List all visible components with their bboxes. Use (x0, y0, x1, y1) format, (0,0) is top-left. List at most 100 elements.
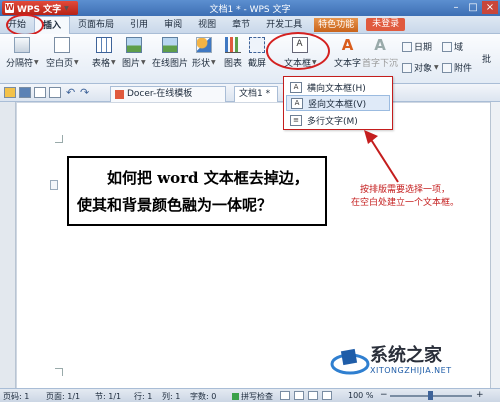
screenshot-icon (249, 37, 265, 53)
chart-button[interactable]: 图表 (224, 37, 242, 69)
highlight-circle (6, 14, 44, 36)
screenshot-label: 截屏 (248, 59, 267, 69)
multiline-text-icon: ≡ (290, 114, 302, 126)
tab-document1[interactable]: 文档1 * (234, 86, 278, 102)
view-mode-icon[interactable] (308, 391, 318, 400)
watermark-title: 系统之家 (370, 345, 442, 366)
annotation-text: 按排版需要选择一项， 在空白处建立一个文本框。 (330, 184, 480, 210)
vertical-textbox-icon: A (291, 97, 303, 109)
separator-button[interactable]: 分隔符 ▼ (6, 37, 39, 69)
maximize-button[interactable]: □ (465, 1, 481, 14)
menu-item-vertical-textbox[interactable]: A 竖向文本框(V) (286, 95, 390, 111)
picture-button[interactable]: 图片 ▼ (122, 37, 146, 69)
chevron-down-icon: ▼ (64, 4, 69, 12)
drop-cap-button[interactable]: A 首字下沉 (362, 37, 398, 69)
screenshot-button[interactable]: 截屏 (248, 37, 266, 69)
view-mode-icon[interactable] (322, 391, 332, 400)
undo-icon[interactable]: ↶ (66, 86, 75, 99)
picture-label: 图片 (122, 59, 141, 69)
docer-icon (115, 90, 124, 99)
object-label: 对象 (414, 64, 433, 74)
object-icon (402, 62, 412, 73)
status-column: 列: 1 (162, 392, 181, 401)
minimize-button[interactable]: – (448, 1, 464, 14)
table-icon (95, 37, 112, 53)
app-menu-button[interactable]: W WPS 文字 ▼ (2, 1, 78, 15)
login-button[interactable]: 未登录 (366, 18, 406, 31)
drop-cap-label: 首字下沉 (362, 59, 399, 69)
print-icon[interactable] (34, 87, 46, 98)
more-label: 批 (482, 55, 492, 65)
tab-section[interactable]: 章节 (224, 16, 258, 34)
textbox-line-1: 如何把 word 文本框去掉边， (107, 169, 309, 187)
date-button[interactable]: 日期 (402, 40, 432, 53)
zoom-slider-handle[interactable] (428, 391, 433, 400)
horizontal-textbox-icon: A (290, 81, 302, 93)
ribbon-toolbar: 分隔符▼ 空白页▼ 表格▼ 图片▼ 在线图片 形状▼ 图表 截屏 文本框▼ A … (0, 34, 500, 84)
blank-page-button[interactable]: 空白页 ▼ (46, 37, 79, 69)
margin-corner (55, 368, 63, 376)
docer-tab-label: Docer-在线模板 (127, 89, 193, 99)
view-mode-icon[interactable] (294, 391, 304, 400)
chevron-down-icon: ▼ (434, 64, 439, 71)
chevron-down-icon: ▼ (141, 59, 146, 66)
textbox-content[interactable]: 如何把 word 文本框去掉边， 使其和背景颜色融为一体呢？ (67, 156, 327, 226)
spellcheck-toggle[interactable]: 拼写检查 (232, 391, 273, 402)
status-bar: 页码: 1 页面: 1/1 节: 1/1 行: 1 列: 1 字数: 0 拼写检… (0, 388, 500, 402)
art-text-icon: A (341, 36, 354, 54)
watermark-url: XITONGZHIJIA.NET (370, 366, 452, 375)
object-button[interactable]: 对象 ▼ (402, 61, 439, 74)
zoom-out-icon[interactable]: − (380, 390, 388, 400)
tab-references[interactable]: 引用 (122, 16, 156, 34)
date-label: 日期 (414, 43, 433, 53)
redo-icon[interactable]: ↷ (80, 86, 89, 99)
separator-label: 分隔符 (6, 59, 34, 69)
online-picture-button[interactable]: 在线图片 (152, 37, 188, 69)
open-folder-icon[interactable] (4, 87, 16, 98)
annotation-arrow (364, 130, 399, 183)
status-page: 页面: 1/1 (46, 392, 81, 401)
quick-access-bar: ↶ ↷ Docer-在线模板 文档1 * (0, 84, 500, 102)
textbox-line-2: 使其和背景颜色融为一体呢？ (77, 196, 273, 214)
close-button[interactable]: × (482, 1, 498, 14)
table-label: 表格 (92, 59, 111, 69)
zoom-in-icon[interactable]: + (476, 390, 484, 400)
save-icon[interactable] (19, 87, 31, 98)
chevron-down-icon: ▼ (211, 59, 216, 66)
table-button[interactable]: 表格 ▼ (92, 37, 116, 69)
more-button[interactable]: 批 (482, 52, 491, 65)
vertical-ruler (0, 102, 16, 388)
online-picture-label: 在线图片 (152, 59, 189, 69)
art-text-button[interactable]: A 文本字 (334, 37, 361, 69)
drop-cap-icon: A (374, 36, 386, 54)
blank-page-icon (54, 37, 71, 53)
vertical-scrollbar[interactable] (490, 102, 500, 388)
status-page-number: 页码: 1 (3, 392, 30, 401)
menu-item-label: 多行文字(M) (307, 116, 358, 127)
tab-developer[interactable]: 开发工具 (258, 16, 310, 34)
attachment-button[interactable]: 附件 (442, 61, 472, 74)
field-icon (442, 41, 452, 52)
picture-icon (125, 37, 142, 53)
menu-item-multiline-text[interactable]: ≡ 多行文字(M) (286, 112, 390, 128)
menu-item-label: 横向文本框(H) (307, 83, 366, 94)
paperclip-icon (442, 62, 452, 73)
blank-page-label: 空白页 (46, 59, 74, 69)
tab-docer-templates[interactable]: Docer-在线模板 (110, 86, 226, 102)
attachment-label: 附件 (454, 64, 473, 74)
field-label: 域 (454, 43, 464, 53)
app-name: WPS 文字 (17, 4, 62, 15)
online-picture-icon (162, 37, 178, 53)
anchor-icon (50, 180, 58, 190)
tab-view[interactable]: 视图 (190, 16, 224, 34)
preview-icon[interactable] (49, 87, 61, 98)
tab-special-features[interactable]: 特色功能 (314, 17, 359, 32)
menu-item-horizontal-textbox[interactable]: A 横向文本框(H) (286, 79, 390, 95)
tab-review[interactable]: 审阅 (156, 16, 190, 34)
annotation-line-1: 按排版需要选择一项， (359, 185, 450, 195)
tab-page-layout[interactable]: 页面布局 (70, 16, 122, 34)
view-mode-icon[interactable] (280, 391, 290, 400)
shape-button[interactable]: 形状 ▼ (192, 37, 216, 69)
shape-label: 形状 (192, 59, 211, 69)
field-button[interactable]: 域 (442, 40, 463, 53)
